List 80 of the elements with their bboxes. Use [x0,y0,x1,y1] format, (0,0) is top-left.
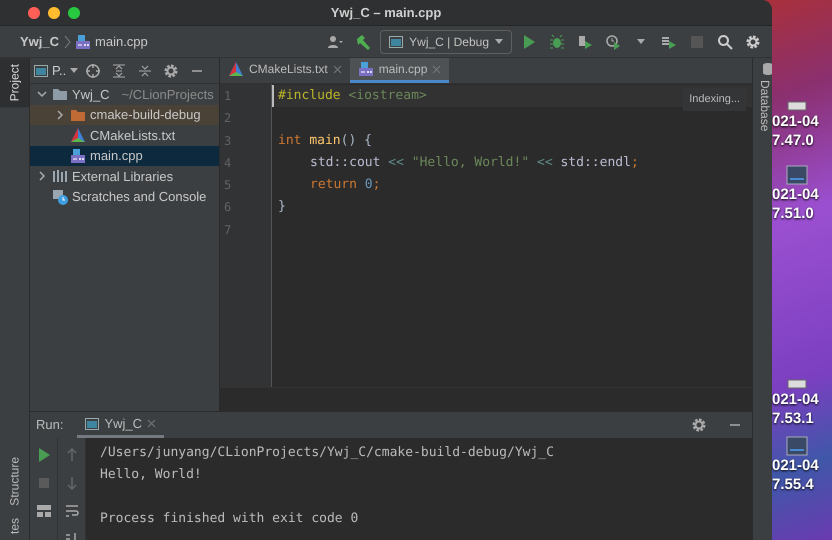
tool-window-tab[interactable]: Structure [0,451,29,512]
breadcrumb-item[interactable]: Ywj_C [20,32,60,52]
caret-icon [70,68,78,74]
search-icon [717,34,733,50]
close-icon [147,419,156,428]
icon-label: 021-04 [772,112,819,131]
expand-all-icon [111,62,128,78]
path-hint: ~/CLionProjects [122,86,214,104]
profile-icon [605,34,621,50]
libraries-icon [52,168,68,184]
tree-item[interactable]: External Libraries [30,166,219,186]
settings-icon [745,34,761,50]
indexing-status: Indexing... [683,88,746,110]
folder-icon [52,86,68,102]
breadcrumb-item[interactable]: main.cpp [95,32,148,52]
close-icon [432,64,442,74]
zoom-button[interactable] [68,6,80,18]
window-icon [85,418,100,430]
code-line: int main() { [277,132,373,150]
icon-label: 021-04 [772,185,819,204]
icon-label: 7.51.0 [772,204,814,223]
tree-item[interactable]: CMakeLists.txt [30,125,219,146]
database-icon [762,62,772,76]
tree-item[interactable]: Scratches and Console [30,186,219,207]
triangle-logo-icon [228,61,244,77]
run-tab[interactable]: Ywj_C [77,412,164,438]
icon-label: 7.53.1 [772,409,814,428]
cpp-file-icon [358,61,374,77]
code-line: } [277,198,287,216]
code-line: std::cout << "Hello, World!" << std::endl; [309,154,640,172]
window-icon [389,36,404,48]
build-icon [355,34,372,50]
exit-message: Process finished with exit code 0 [100,510,360,528]
editor-tab[interactable]: CMakeLists.txt [220,58,350,83]
monitor-icon[interactable] [786,165,808,185]
run-icon [521,34,537,50]
console-output-line: /Users/junyang/CLionProjects/Ywj_C/cmake-build-debug/Ywj_C [100,444,554,462]
minimize-button[interactable] [48,6,60,18]
close-icon [332,64,342,74]
editor-tab[interactable]: main.cpp [350,58,450,83]
coverage-icon [577,34,593,50]
run-configuration-dropdown[interactable]: Ywj_C | Debug [380,30,512,54]
debug-icon [549,34,565,50]
close-button[interactable] [28,6,40,18]
settings-icon [691,417,707,433]
cpp-file-icon [70,148,86,164]
icon-label: 7.55.4 [772,475,814,494]
scratch-file-icon [52,188,68,205]
cpp-file-icon [75,34,92,50]
tree-item[interactable]: main.cpp [30,146,219,166]
locate-icon [85,62,102,78]
chevron-icon [63,34,72,48]
window-icon [34,64,48,76]
icon-label: 7.47.0 [772,131,814,150]
view-selector[interactable]: P.. [34,60,78,82]
collapse-all-icon [137,62,154,78]
drive-icon[interactable] [786,378,808,390]
triangle-logo-icon [70,127,86,144]
user-icon [327,34,344,50]
layout-icon [36,503,52,519]
icon-label: 021-04 [772,456,819,475]
minimize-icon [730,424,740,426]
minimize-icon [192,70,202,72]
settings-icon [163,62,180,78]
dropdown-icon [637,39,645,44]
icon-label: 021-04 [772,390,819,409]
tool-window-tab[interactable]: Database [753,58,772,136]
monitor-icon[interactable] [786,436,808,456]
tool-window-tab[interactable]: Project [0,58,29,108]
tool-window-tab[interactable]: tes [0,512,29,540]
code-line: return 0; [309,176,382,194]
window-title: Ywj_C – main.cpp [330,4,442,22]
run-label: Run: [36,416,64,434]
tree-item[interactable]: cmake-build-debug [30,104,219,125]
soft-wrap-icon [64,503,80,519]
console-output-line: Hello, World! [100,466,203,484]
drive-icon[interactable] [786,100,808,112]
tree-item[interactable]: Ywj_C ~/CLionProjects [30,84,219,104]
stop-icon [689,34,705,50]
caret-icon [495,38,503,44]
